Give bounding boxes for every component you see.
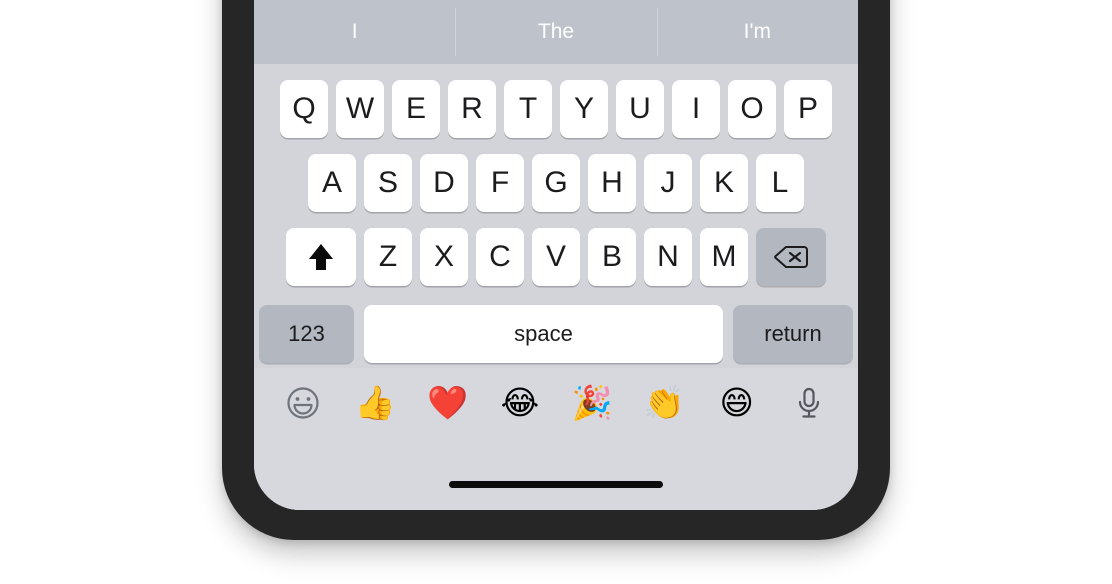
key-m[interactable]: M	[700, 228, 748, 286]
emoji-grinning-face-with-smiling-eyes[interactable]: 😄	[714, 386, 760, 419]
dictation-microphone-button[interactable]	[786, 386, 832, 420]
emoji-red-heart[interactable]: ❤️	[425, 386, 471, 419]
key-d[interactable]: D	[420, 154, 468, 212]
key-f[interactable]: F	[476, 154, 524, 212]
key-x[interactable]: X	[420, 228, 468, 286]
key-i[interactable]: I	[672, 80, 720, 138]
emoji-keyboard-toggle[interactable]	[280, 386, 326, 420]
numeric-mode-key[interactable]: 123	[259, 305, 354, 363]
predictive-text-bar: I The I'm	[254, 0, 858, 64]
key-k[interactable]: K	[700, 154, 748, 212]
keyboard-row-4: 123 space return	[259, 294, 853, 368]
emoji-face-with-tears-of-joy[interactable]: 😂	[497, 386, 543, 419]
space-key[interactable]: space	[364, 305, 723, 363]
key-b[interactable]: B	[588, 228, 636, 286]
backspace-icon	[774, 246, 808, 268]
keyboard-region: I The I'm Q W E R T Y U I O P A S D F G …	[254, 0, 858, 510]
qwerty-keyboard: Q W E R T Y U I O P A S D F G H J K L Z …	[254, 64, 858, 368]
emoji-clapping-hands[interactable]: 👏	[641, 386, 687, 419]
key-l[interactable]: L	[756, 154, 804, 212]
key-w[interactable]: W	[336, 80, 384, 138]
phone-screen: I The I'm Q W E R T Y U I O P A S D F G …	[254, 0, 858, 510]
key-t[interactable]: T	[504, 80, 552, 138]
emoji-thumbs-up[interactable]: 👍	[352, 386, 398, 419]
key-j[interactable]: J	[644, 154, 692, 212]
phone-frame: I The I'm Q W E R T Y U I O P A S D F G …	[222, 0, 890, 540]
key-q[interactable]: Q	[280, 80, 328, 138]
key-y[interactable]: Y	[560, 80, 608, 138]
delete-key[interactable]	[756, 228, 826, 286]
key-v[interactable]: V	[532, 228, 580, 286]
key-h[interactable]: H	[588, 154, 636, 212]
key-p[interactable]: P	[784, 80, 832, 138]
suggestion-chip-1[interactable]: I	[254, 0, 455, 64]
keyboard-row-2: A S D F G H J K L	[259, 146, 853, 220]
emoji-quick-bar: 👍 ❤️ 😂 🎉 👏 😄	[254, 368, 858, 510]
return-key[interactable]: return	[733, 305, 853, 363]
key-r[interactable]: R	[448, 80, 496, 138]
key-z[interactable]: Z	[364, 228, 412, 286]
shift-key[interactable]	[286, 228, 356, 286]
microphone-icon	[798, 387, 820, 418]
key-n[interactable]: N	[644, 228, 692, 286]
key-e[interactable]: E	[392, 80, 440, 138]
keyboard-row-1: Q W E R T Y U I O P	[259, 72, 853, 146]
suggestion-chip-3[interactable]: I'm	[656, 0, 858, 64]
key-g[interactable]: G	[532, 154, 580, 212]
home-indicator[interactable]	[449, 481, 663, 488]
emoji-keyboard-smiley-icon	[287, 387, 319, 419]
suggestion-chip-2[interactable]: The	[455, 0, 656, 64]
key-s[interactable]: S	[364, 154, 412, 212]
key-o[interactable]: O	[728, 80, 776, 138]
key-c[interactable]: C	[476, 228, 524, 286]
key-a[interactable]: A	[308, 154, 356, 212]
emoji-party-popper[interactable]: 🎉	[569, 386, 615, 419]
keyboard-row-3: Z X C V B N M	[259, 220, 853, 294]
screenshot-stage: I The I'm Q W E R T Y U I O P A S D F G …	[0, 0, 1112, 584]
home-indicator-area	[254, 481, 858, 488]
key-u[interactable]: U	[616, 80, 664, 138]
shift-arrow-icon	[309, 244, 333, 270]
